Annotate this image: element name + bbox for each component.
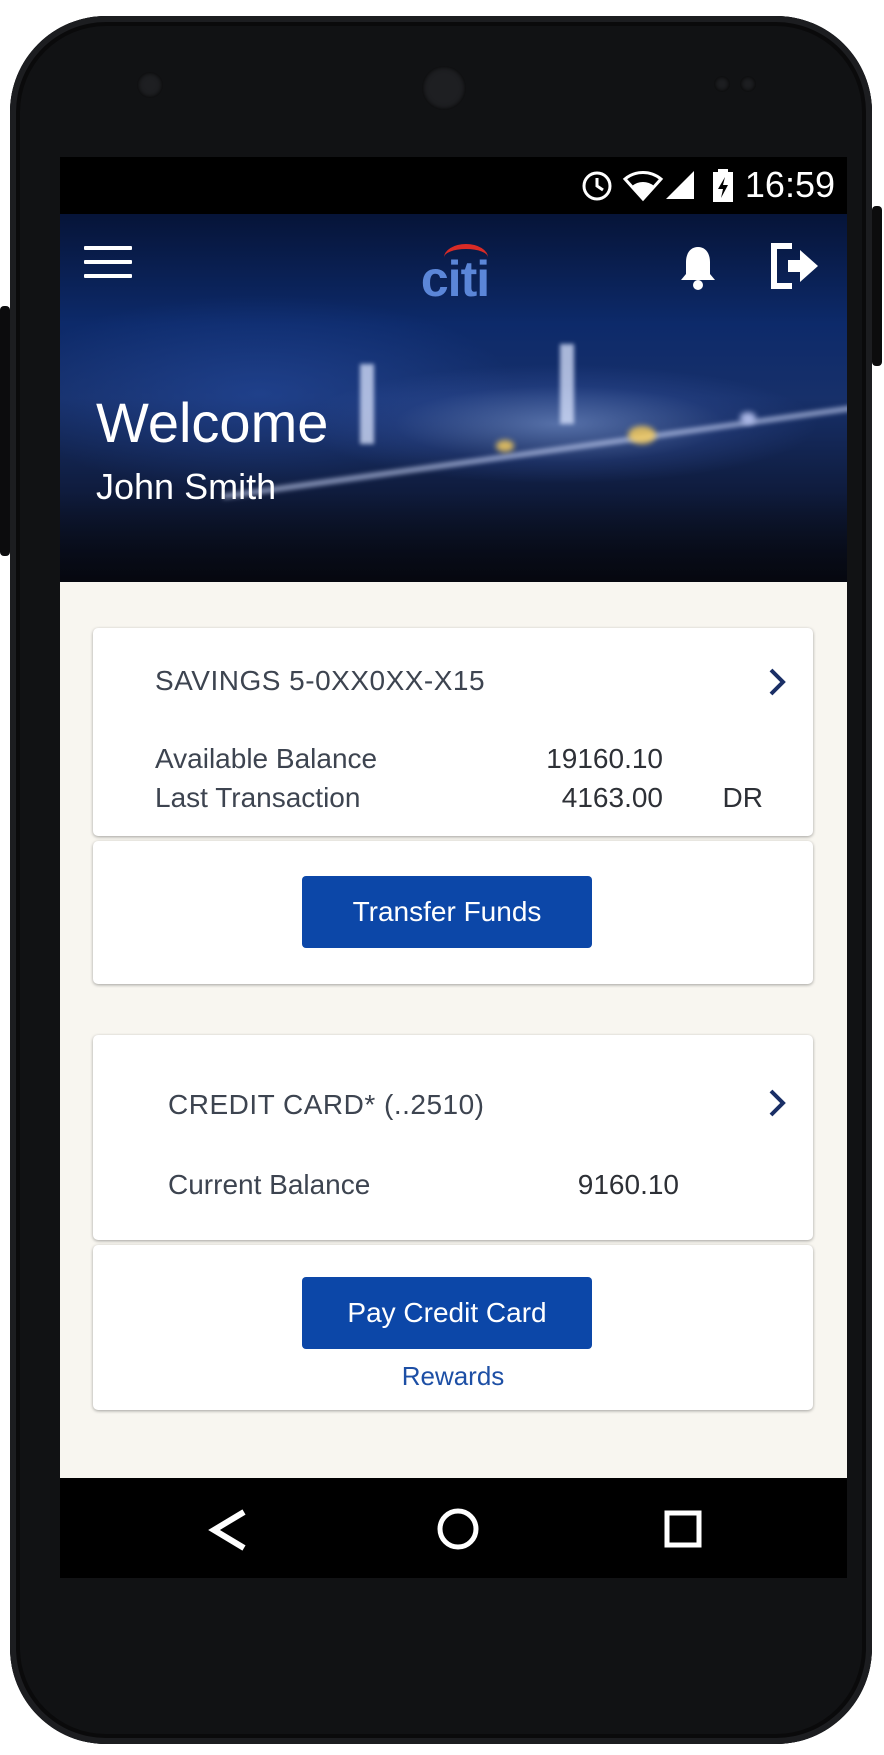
pay-credit-card-button[interactable]: Pay Credit Card — [302, 1277, 592, 1349]
wifi-icon — [622, 171, 664, 202]
bridge-tower — [560, 344, 574, 424]
credit-card-account-card[interactable]: CREDIT CARD* (..2510) Current Balance 91… — [93, 1035, 813, 1240]
last-transaction-suffix: DR — [722, 782, 763, 813]
recents-square-icon[interactable] — [664, 1510, 702, 1548]
home-circle-icon[interactable] — [435, 1506, 481, 1552]
side-button-left — [0, 306, 10, 556]
city-light — [496, 440, 514, 452]
logo-text: citi — [420, 251, 490, 307]
citi-logo: citi — [410, 232, 500, 322]
side-button-right — [872, 206, 882, 366]
battery-icon — [713, 169, 733, 202]
android-nav-bar — [60, 1478, 847, 1578]
front-camera-icon — [137, 72, 163, 98]
hamburger-menu-icon[interactable] — [84, 246, 132, 280]
available-balance-label: Available Balance — [155, 743, 378, 774]
last-transaction-value: 4163.00 — [561, 782, 663, 813]
user-name: John Smith — [96, 466, 277, 507]
welcome-title: Welcome — [96, 391, 329, 454]
sensor-icon — [714, 76, 730, 92]
city-light — [740, 412, 756, 424]
current-balance-value: 9160.10 — [577, 1169, 679, 1200]
account-title: CREDIT CARD* (..2510) — [168, 1089, 485, 1120]
alarm-icon — [582, 171, 612, 201]
status-bar: 16:59 — [60, 157, 847, 214]
city-light — [628, 426, 656, 444]
welcome-header: citi Welcome John Smith — [60, 214, 847, 582]
savings-action-card: Transfer Funds — [93, 841, 813, 984]
savings-account-card[interactable]: SAVINGS 5-0XX0XX-X15 Available Balance 1… — [93, 628, 813, 836]
bridge-tower — [360, 364, 374, 444]
phone-frame: 16:59 citi Welcome John Smith SAVINGS 5-… — [0, 16, 882, 1744]
credit-card-action-card: Pay Credit Card Rewards — [93, 1245, 813, 1410]
earpiece-speaker-icon — [422, 66, 466, 110]
logout-icon[interactable] — [768, 242, 820, 290]
status-time: 16:59 — [744, 164, 835, 205]
sensor-icon — [740, 76, 756, 92]
transfer-funds-button[interactable]: Transfer Funds — [302, 876, 592, 948]
chevron-right-icon[interactable] — [763, 666, 791, 698]
bell-icon[interactable] — [678, 244, 718, 290]
available-balance-value: 19160.10 — [546, 743, 663, 774]
rewards-link[interactable]: Rewards — [353, 1361, 553, 1392]
chevron-right-icon[interactable] — [763, 1087, 791, 1119]
account-title: SAVINGS 5-0XX0XX-X15 — [155, 665, 486, 696]
current-balance-label: Current Balance — [168, 1169, 371, 1200]
last-transaction-label: Last Transaction — [155, 782, 361, 813]
signal-icon — [666, 171, 694, 199]
back-triangle-icon[interactable] — [208, 1508, 248, 1552]
screen: 16:59 citi Welcome John Smith SAVINGS 5-… — [60, 157, 847, 1578]
